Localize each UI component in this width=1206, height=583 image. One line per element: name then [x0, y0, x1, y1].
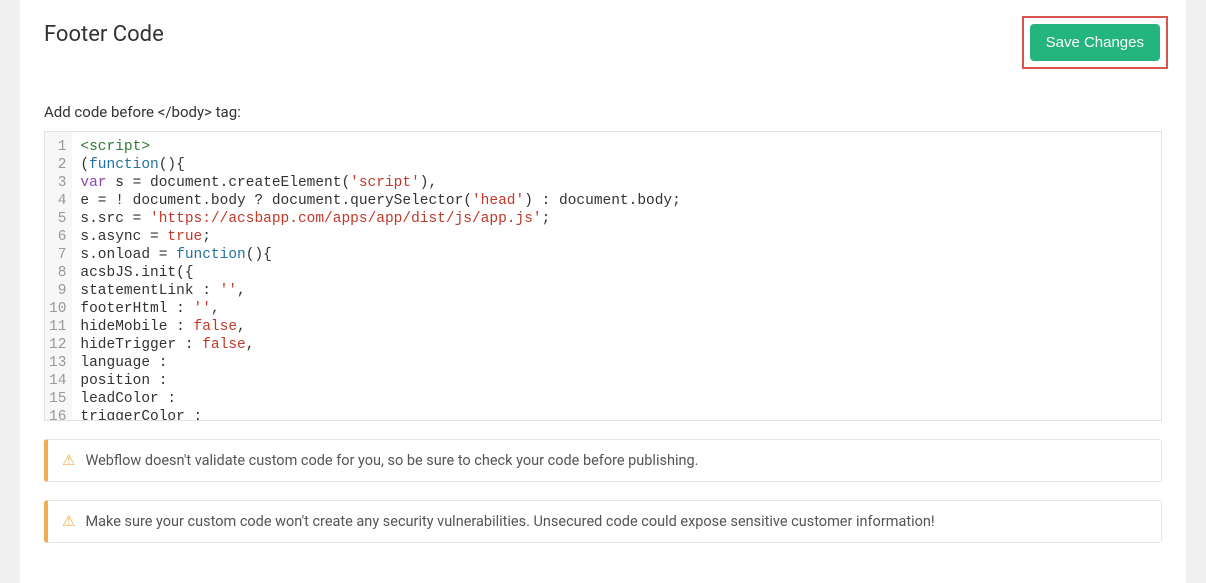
alert-text: Make sure your custom code won't create …	[85, 513, 934, 530]
line-number: 14	[49, 372, 66, 390]
line-number: 13	[49, 354, 66, 372]
line-number: 3	[49, 174, 66, 192]
line-number: 10	[49, 300, 66, 318]
line-number: 11	[49, 318, 66, 336]
code-line[interactable]: s.async = true;	[80, 228, 680, 246]
code-line[interactable]: leadColor :	[80, 390, 680, 408]
line-number: 16	[49, 408, 66, 421]
code-line[interactable]: s.src = 'https://acsbapp.com/apps/app/di…	[80, 210, 680, 228]
line-number: 9	[49, 282, 66, 300]
warning-icon: ⚠	[62, 514, 75, 529]
code-line[interactable]: var s = document.createElement('script')…	[80, 174, 680, 192]
code-line[interactable]: footerHtml : '',	[80, 300, 680, 318]
field-label: Add code before </body> tag:	[44, 103, 1162, 121]
code-line[interactable]: hideTrigger : false,	[80, 336, 680, 354]
line-number: 7	[49, 246, 66, 264]
line-number: 5	[49, 210, 66, 228]
code-line[interactable]: position :	[80, 372, 680, 390]
code-gutter: 12345678910111213141516	[45, 132, 72, 421]
section-header: Footer Code Save Changes	[44, 22, 1162, 69]
code-line[interactable]: triggerColor :	[80, 408, 680, 421]
warning-alert: ⚠ Make sure your custom code won't create…	[44, 500, 1162, 543]
save-changes-button[interactable]: Save Changes	[1030, 24, 1160, 61]
footer-code-editor[interactable]: 12345678910111213141516 <script>(functio…	[44, 131, 1162, 421]
code-line[interactable]: <script>	[80, 138, 680, 156]
line-number: 2	[49, 156, 66, 174]
code-line[interactable]: hideMobile : false,	[80, 318, 680, 336]
section-title: Footer Code	[44, 22, 164, 47]
code-line[interactable]: acsbJS.init({	[80, 264, 680, 282]
line-number: 12	[49, 336, 66, 354]
warning-alert: ⚠ Webflow doesn't validate custom code fo…	[44, 439, 1162, 482]
line-number: 1	[49, 138, 66, 156]
code-line[interactable]: s.onload = function(){	[80, 246, 680, 264]
code-line[interactable]: language :	[80, 354, 680, 372]
line-number: 4	[49, 192, 66, 210]
warning-icon: ⚠	[62, 453, 75, 468]
line-number: 6	[49, 228, 66, 246]
footer-code-section: Footer Code Save Changes Add code before…	[20, 0, 1186, 583]
save-highlight-box: Save Changes	[1022, 16, 1168, 69]
code-line[interactable]: (function(){	[80, 156, 680, 174]
line-number: 15	[49, 390, 66, 408]
code-line[interactable]: statementLink : '',	[80, 282, 680, 300]
alert-text: Webflow doesn't validate custom code for…	[85, 452, 698, 469]
code-line[interactable]: e = ! document.body ? document.querySele…	[80, 192, 680, 210]
code-lines[interactable]: <script>(function(){var s = document.cre…	[72, 132, 688, 421]
line-number: 8	[49, 264, 66, 282]
